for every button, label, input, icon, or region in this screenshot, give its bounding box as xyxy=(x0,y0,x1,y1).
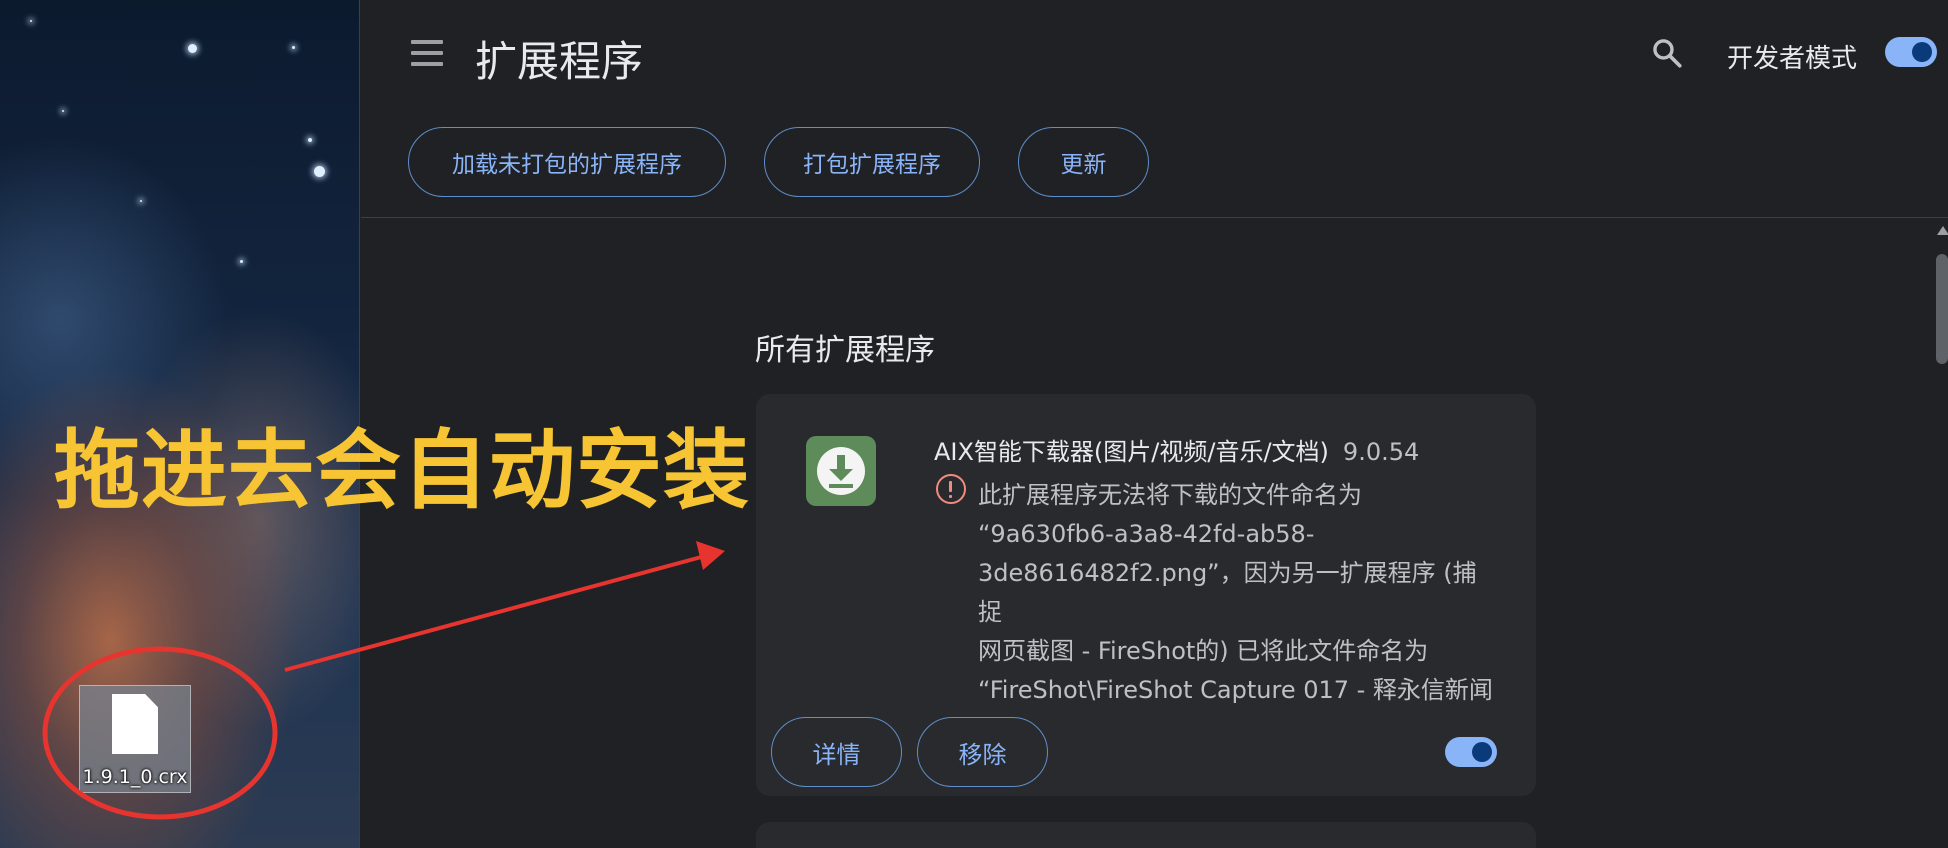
red-arrow-head-icon xyxy=(696,541,725,570)
annotation-text: 拖进去会自动安装 xyxy=(54,421,750,521)
red-arrow-line xyxy=(284,554,706,672)
red-circle-annotation xyxy=(42,646,278,820)
